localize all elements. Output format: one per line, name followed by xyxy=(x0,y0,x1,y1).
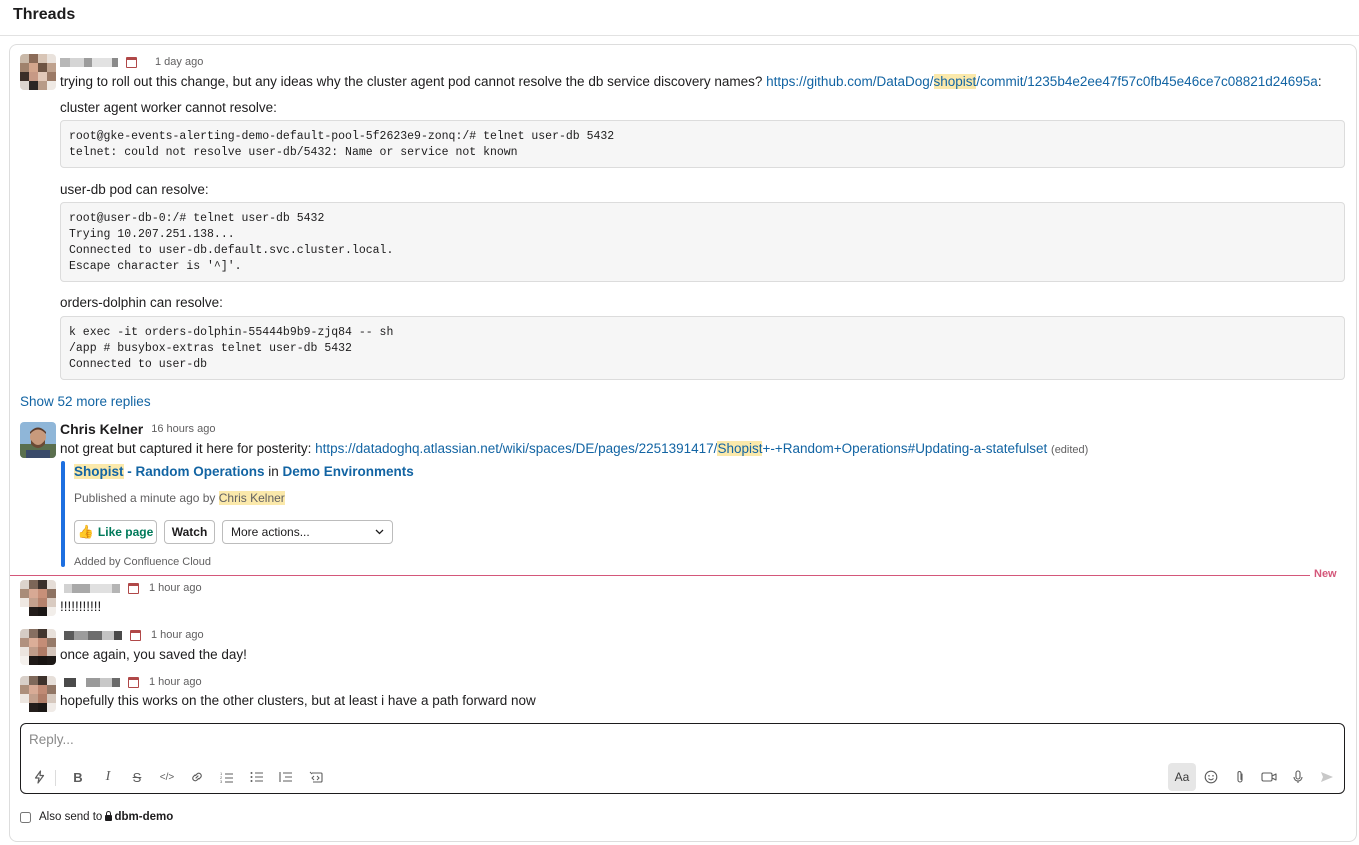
calendar-icon xyxy=(126,56,137,68)
formatting-icon: Aa xyxy=(1174,770,1190,784)
page-title: Threads xyxy=(13,6,76,23)
message-text: !!!!!!!!!!! xyxy=(60,599,102,614)
section-label: orders-dolphin can resolve: xyxy=(60,295,223,310)
timestamp[interactable]: 1 day ago xyxy=(155,56,203,68)
strikethrough-button[interactable]: S xyxy=(125,766,149,788)
send-button[interactable] xyxy=(1315,766,1339,788)
also-send-row: Also send to dbm-demo xyxy=(20,811,173,823)
lightning-icon xyxy=(34,770,44,784)
thumbs-up-icon: 👍 xyxy=(77,524,94,539)
code-icon: </> xyxy=(159,771,175,783)
microphone-icon xyxy=(1293,770,1303,783)
message-meta: Chris Kelner 16 hours ago xyxy=(60,421,215,437)
section-label: cluster agent worker cannot resolve: xyxy=(60,100,277,115)
attachment-page-link[interactable]: Shopist - Random Operations xyxy=(74,464,265,479)
message-text: trying to roll out this change, but any … xyxy=(60,74,1322,89)
attachment-title: Shopist - Random Operations in Demo Envi… xyxy=(74,464,414,479)
ordered-list-button[interactable]: 123 xyxy=(215,766,239,788)
published-by-name[interactable]: Chris Kelner xyxy=(218,491,285,505)
message-meta: 1 hour ago xyxy=(64,629,204,641)
paperclip-icon xyxy=(1237,771,1243,783)
message-meta: 1 hour ago xyxy=(64,582,202,594)
indent-icon xyxy=(279,772,292,782)
avatar[interactable] xyxy=(20,580,56,616)
calendar-icon xyxy=(130,629,141,641)
edited-label: (edited) xyxy=(1051,444,1089,456)
avatar[interactable] xyxy=(20,676,56,712)
code-block: root@user-db-0:/# telnet user-db 5432 Tr… xyxy=(60,202,1345,282)
like-page-button[interactable]: 👍 Like page xyxy=(74,520,157,544)
chevron-down-icon xyxy=(375,529,384,535)
redacted-name xyxy=(64,583,120,593)
attachment-bar xyxy=(61,461,65,567)
timestamp[interactable]: 1 hour ago xyxy=(149,582,202,594)
threads-header: Threads xyxy=(0,0,1359,36)
italic-icon: I xyxy=(105,769,111,784)
message-meta: 1 day ago xyxy=(60,56,203,68)
attach-file-button[interactable] xyxy=(1228,766,1252,788)
more-actions-select[interactable]: More actions... xyxy=(222,520,393,544)
bulleted-list-icon xyxy=(250,772,263,782)
code-block: root@gke-events-alerting-demo-default-po… xyxy=(60,120,1345,168)
author-name[interactable]: Chris Kelner xyxy=(60,421,143,437)
message-meta: 1 hour ago xyxy=(64,676,202,688)
message-text: hopefully this works on the other cluste… xyxy=(60,693,536,708)
italic-button[interactable]: I xyxy=(96,766,120,788)
shortcuts-button[interactable] xyxy=(27,766,51,788)
redacted-name xyxy=(60,57,118,67)
lock-icon xyxy=(105,811,113,821)
watch-button[interactable]: Watch xyxy=(164,520,215,544)
bulleted-list-button[interactable] xyxy=(245,766,269,788)
timestamp[interactable]: 1 hour ago xyxy=(149,676,202,688)
ordered-list-icon: 123 xyxy=(220,771,233,783)
new-label: New xyxy=(1314,568,1337,580)
video-icon xyxy=(1261,772,1277,782)
show-more-replies-link[interactable]: Show 52 more replies xyxy=(20,394,151,409)
avatar[interactable] xyxy=(20,629,56,665)
reply-composer: B I S </> 123 Aa xyxy=(20,723,1345,794)
reply-input[interactable] xyxy=(29,732,1329,747)
also-send-checkbox[interactable] xyxy=(20,811,31,823)
svg-text:3: 3 xyxy=(220,779,223,783)
link-icon xyxy=(192,772,202,782)
attachment-footer: Added by Confluence Cloud xyxy=(74,556,211,568)
emoji-button[interactable] xyxy=(1199,766,1223,788)
redacted-name xyxy=(64,677,120,687)
bold-icon: B xyxy=(73,769,83,785)
emoji-icon xyxy=(1204,770,1218,784)
new-messages-divider xyxy=(10,575,1310,576)
redacted-name xyxy=(64,630,122,640)
code-button[interactable]: </> xyxy=(155,766,179,788)
indent-button[interactable] xyxy=(274,766,298,788)
code-block-icon xyxy=(309,771,323,783)
calendar-icon xyxy=(128,582,139,594)
timestamp[interactable]: 1 hour ago xyxy=(151,629,204,641)
wiki-link[interactable]: https://datadoghq.atlassian.net/wiki/spa… xyxy=(315,441,1047,456)
bold-button[interactable]: B xyxy=(66,766,90,788)
attachment-published: Published a minute ago by Chris Kelner xyxy=(74,491,285,505)
also-send-label: Also send to dbm-demo xyxy=(39,811,174,823)
calendar-icon xyxy=(128,676,139,688)
code-block-button[interactable] xyxy=(304,766,328,788)
message-text: once again, you saved the day! xyxy=(60,647,247,662)
link-button[interactable] xyxy=(185,766,209,788)
commit-link[interactable]: https://github.com/DataDog/shopist/commi… xyxy=(766,74,1318,89)
timestamp[interactable]: 16 hours ago xyxy=(151,423,215,435)
send-icon xyxy=(1321,772,1333,782)
video-clip-button[interactable] xyxy=(1257,766,1281,788)
audio-clip-button[interactable] xyxy=(1286,766,1310,788)
message-text: not great but captured it here for poste… xyxy=(60,441,1089,456)
section-label: user-db pod can resolve: xyxy=(60,182,209,197)
toolbar-divider xyxy=(55,770,56,786)
avatar-chris-kelner[interactable] xyxy=(20,422,56,458)
formatting-toggle-button[interactable]: Aa xyxy=(1168,763,1196,791)
channel-name[interactable]: dbm-demo xyxy=(114,811,173,823)
avatar[interactable] xyxy=(20,54,56,90)
code-block: k exec -it orders-dolphin-55444b9b9-zjq8… xyxy=(60,316,1345,380)
strikethrough-icon: S xyxy=(132,769,142,785)
attachment-space-link[interactable]: Demo Environments xyxy=(283,464,414,479)
